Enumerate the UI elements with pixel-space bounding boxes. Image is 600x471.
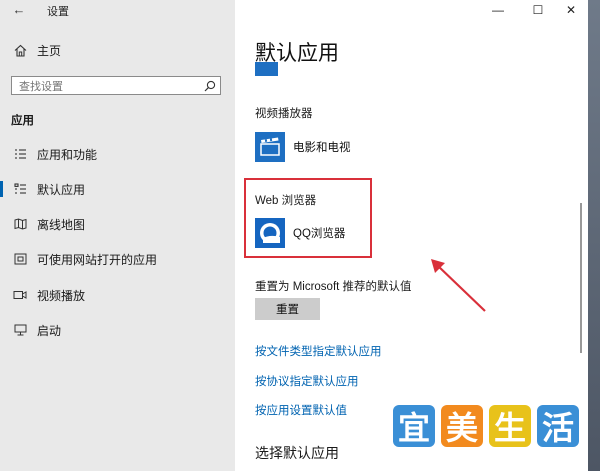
sidebar-item-video-playback[interactable]: 视频播放 (0, 281, 235, 309)
default-apps-icon (11, 183, 29, 195)
link-by-protocol[interactable]: 按协议指定默认应用 (255, 373, 359, 389)
sidebar-item-label: 启动 (37, 323, 62, 338)
home-label: 主页 (37, 43, 62, 58)
sidebar-item-label: 应用和功能 (37, 147, 98, 162)
sidebar-item-apps-features[interactable]: 应用和功能 (0, 140, 235, 168)
qq-browser-icon (255, 218, 285, 248)
reset-label: 重置为 Microsoft 推荐的默认值 (255, 281, 412, 293)
watermark-char: 宜 (393, 405, 435, 447)
back-button[interactable]: ← (10, 2, 28, 18)
sidebar-item-label: 可使用网站打开的应用 (37, 252, 158, 267)
video-app-name: 电影和电视 (293, 142, 351, 154)
reset-button[interactable]: 重置 (255, 298, 320, 320)
annotation-arrow-icon (431, 259, 486, 312)
list-icon (11, 148, 29, 160)
minimize-button[interactable]: — (480, 0, 516, 20)
web-browser-app-name: QQ浏览器 (293, 228, 346, 240)
link-by-file-type[interactable]: 按文件类型指定默认应用 (255, 343, 382, 359)
sidebar-item-offline-maps[interactable]: 离线地图 (0, 210, 235, 238)
settings-window: ← 设置 主页 应用 应用和功能 默认应用 (0, 0, 588, 471)
watermark-char: 生 (489, 405, 531, 447)
photo-viewer-app-icon[interactable] (255, 62, 278, 76)
video-player-app[interactable]: 电影和电视 (255, 132, 351, 162)
web-browser-label: Web 浏览器 (255, 195, 317, 207)
window-title: 设置 (47, 6, 69, 18)
close-button[interactable]: ✕ (553, 0, 588, 20)
watermark-char: 活 (537, 405, 579, 447)
watermark: 宜 美 生 活 (393, 401, 588, 455)
map-icon (11, 218, 29, 230)
link-by-app[interactable]: 按应用设置默认值 (255, 402, 347, 418)
maximize-button[interactable]: ☐ (520, 0, 556, 20)
website-icon (11, 253, 29, 265)
sidebar-item-home[interactable]: 主页 (0, 36, 235, 64)
web-browser-app[interactable]: QQ浏览器 (255, 218, 345, 248)
scrollbar-thumb[interactable] (580, 203, 582, 353)
sidebar-item-label: 离线地图 (37, 217, 86, 232)
video-icon (11, 289, 29, 301)
sidebar-item-default-apps[interactable]: 默认应用 (0, 175, 235, 203)
watermark-char: 美 (441, 405, 483, 447)
desktop-background (588, 0, 600, 471)
sidebar: ← 设置 主页 应用 应用和功能 默认应用 (0, 0, 235, 471)
startup-icon (11, 324, 29, 336)
sidebar-item-label: 视频播放 (37, 288, 86, 303)
search-icon (204, 79, 216, 97)
video-player-label: 视频播放器 (255, 108, 313, 120)
sidebar-item-website-apps[interactable]: 可使用网站打开的应用 (0, 245, 235, 273)
home-icon (11, 44, 29, 57)
sidebar-item-startup[interactable]: 启动 (0, 316, 235, 344)
sidebar-item-label: 默认应用 (37, 182, 86, 197)
section-label-apps: 应用 (11, 115, 34, 127)
search-field[interactable] (11, 76, 221, 97)
search-input[interactable] (12, 78, 199, 96)
choose-default-apps-heading: 选择默认应用 (255, 445, 339, 461)
movies-tv-icon (255, 132, 285, 162)
